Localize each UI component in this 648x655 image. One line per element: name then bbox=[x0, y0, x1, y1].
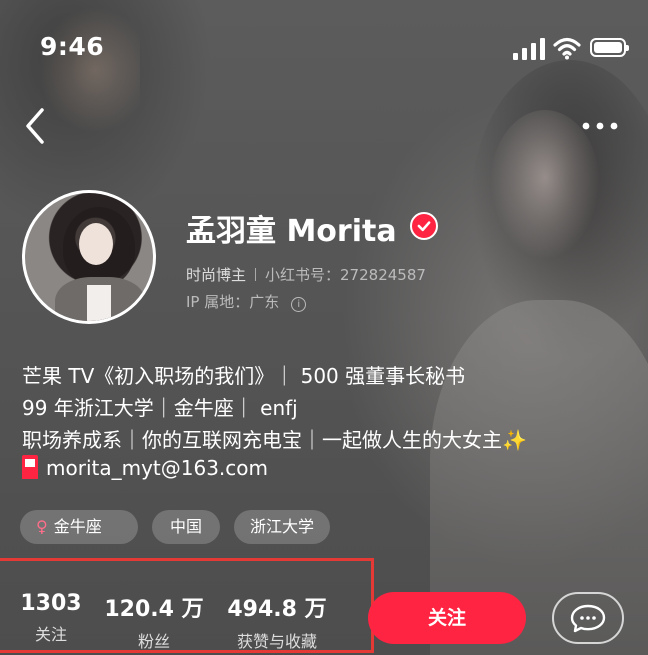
bio-line-2: 99 年浙江大学｜金牛座｜ enfj bbox=[22, 396, 298, 420]
verified-badge-icon bbox=[410, 212, 438, 240]
follow-button[interactable]: 关注 bbox=[368, 592, 526, 644]
stat-followers[interactable]: 120.4 万 粉丝 bbox=[104, 591, 204, 652]
status-time: 9:46 bbox=[40, 32, 105, 61]
mailbox-icon bbox=[22, 455, 38, 479]
profile-screen: 9:46 孟羽童 Morita 时尚博主 小红书号：272824587 IP 属… bbox=[0, 0, 648, 655]
info-icon[interactable]: i bbox=[291, 297, 307, 312]
background-photographer-hand bbox=[0, 0, 140, 150]
profile-red-id: 小红书号：272824587 bbox=[265, 266, 426, 284]
stat-following-value: 1303 bbox=[20, 591, 82, 616]
signal-icon bbox=[513, 38, 545, 60]
stat-followers-value: 120.4 万 bbox=[104, 597, 204, 622]
bio-email: morita_myt@163.com bbox=[22, 455, 268, 480]
back-button[interactable] bbox=[22, 106, 50, 146]
stat-likes[interactable]: 494.8 万 获赞与收藏 bbox=[222, 591, 332, 652]
stat-likes-value: 494.8 万 bbox=[227, 597, 327, 622]
tag-country[interactable]: 中国 bbox=[152, 510, 220, 544]
bio-line-3: 职场养成系｜你的互联网充电宝｜一起做人生的大女主✨ bbox=[22, 424, 527, 453]
profile-name: 孟羽童 Morita bbox=[186, 214, 397, 249]
female-icon: ♀ bbox=[36, 517, 48, 536]
sparkle-icon: ✨ bbox=[502, 428, 527, 452]
profile-meta: 时尚博主 小红书号：272824587 bbox=[186, 264, 426, 285]
wifi-icon bbox=[553, 37, 581, 60]
bio-line-1: 芒果 TV《初入职场的我们》｜ 500 强董事长秘书 bbox=[22, 364, 466, 388]
more-options-button[interactable] bbox=[580, 118, 620, 134]
ip-location: IP 属地：广东 i bbox=[186, 291, 307, 312]
chat-button[interactable] bbox=[552, 592, 624, 644]
tag-label: 金牛座 bbox=[53, 517, 102, 536]
divider bbox=[255, 268, 257, 281]
profile-role: 时尚博主 bbox=[186, 266, 247, 284]
tag-zodiac[interactable]: ♀ 金牛座 bbox=[20, 510, 138, 544]
email-text: morita_myt@163.com bbox=[46, 456, 269, 480]
status-bar: 9:46 bbox=[0, 28, 648, 68]
stat-followers-label: 粉丝 bbox=[137, 632, 170, 651]
ip-location-text: IP 属地：广东 bbox=[186, 293, 280, 311]
avatar[interactable] bbox=[22, 190, 156, 324]
stat-likes-label: 获赞与收藏 bbox=[236, 632, 317, 651]
battery-icon bbox=[590, 38, 629, 57]
bio-line-3-text: 职场养成系｜你的互联网充电宝｜一起做人生的大女主 bbox=[22, 428, 502, 452]
stat-following[interactable]: 1303 关注 bbox=[16, 591, 86, 645]
stat-following-label: 关注 bbox=[34, 625, 67, 644]
stats-highlight-box: 1303 关注 120.4 万 粉丝 494.8 万 获赞与收藏 bbox=[0, 558, 374, 653]
tag-school[interactable]: 浙江大学 bbox=[234, 510, 330, 544]
chat-bubble-icon bbox=[570, 604, 606, 633]
